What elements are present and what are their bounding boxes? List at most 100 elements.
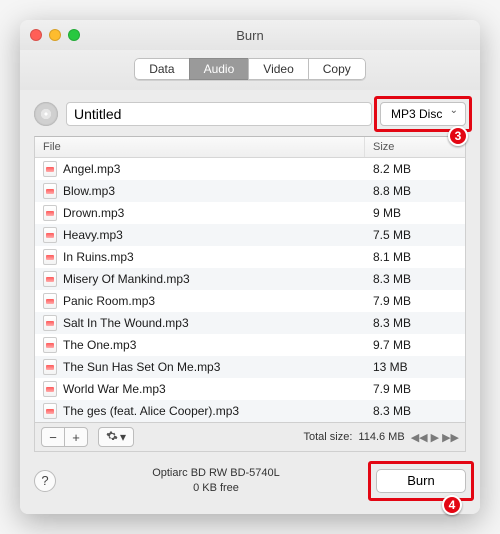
audio-file-icon (43, 227, 57, 243)
disc-type-select[interactable]: MP3 Disc (380, 102, 466, 126)
totals: Total size: 114.6 MB ◀◀ ▶ ▶▶ (303, 431, 459, 444)
table-row[interactable]: Drown.mp3 9 MB (35, 202, 465, 224)
file-cell: Blow.mp3 (35, 180, 365, 202)
close-icon[interactable] (30, 29, 42, 41)
tab-copy[interactable]: Copy (308, 58, 366, 80)
file-cell: The One.mp3 (35, 334, 365, 356)
tab-bar: Data Audio Video Copy (20, 50, 480, 90)
file-name: The One.mp3 (63, 338, 136, 352)
audio-file-icon (43, 183, 57, 199)
add-button[interactable]: + (64, 427, 88, 447)
file-name: World War Me.mp3 (63, 382, 166, 396)
file-size: 7.5 MB (365, 224, 465, 246)
file-size: 7.9 MB (365, 378, 465, 400)
disc-type-wrapper: MP3 Disc 3 (380, 102, 466, 126)
table-row[interactable]: Heavy.mp3 7.5 MB (35, 224, 465, 246)
file-name: The ges (feat. Alice Cooper).mp3 (63, 404, 239, 418)
column-file[interactable]: File (35, 137, 365, 157)
audio-file-icon (43, 205, 57, 221)
footer: ? Optiarc BD RW BD-5740L 0 KB free Burn … (20, 452, 480, 514)
disc-title-input[interactable] (66, 102, 372, 126)
file-cell: World War Me.mp3 (35, 378, 365, 400)
file-name: Angel.mp3 (63, 162, 120, 176)
callout-badge-4: 4 (442, 495, 462, 515)
table-row[interactable]: World War Me.mp3 7.9 MB (35, 378, 465, 400)
file-cell: Panic Room.mp3 (35, 290, 365, 312)
disc-icon (34, 102, 58, 126)
file-name: Drown.mp3 (63, 206, 124, 220)
table-header: File Size (35, 137, 465, 158)
total-size-value: 114.6 MB (358, 431, 404, 443)
play-icon[interactable]: ▶ (431, 431, 439, 444)
file-cell: In Ruins.mp3 (35, 246, 365, 268)
audio-file-icon (43, 315, 57, 331)
file-name: Heavy.mp3 (63, 228, 123, 242)
file-name: In Ruins.mp3 (63, 250, 134, 264)
audio-file-icon (43, 403, 57, 419)
file-name: Misery Of Mankind.mp3 (63, 272, 190, 286)
file-cell: Misery Of Mankind.mp3 (35, 268, 365, 290)
table-row[interactable]: Blow.mp38.8 MB (35, 180, 465, 202)
file-cell: Drown.mp3 (35, 202, 365, 224)
file-cell: The ges (feat. Alice Cooper).mp3 (35, 400, 365, 422)
audio-file-icon (43, 161, 57, 177)
table-row[interactable]: In Ruins.mp3 8.1 MB (35, 246, 465, 268)
zoom-icon[interactable] (68, 29, 80, 41)
minimize-icon[interactable] (49, 29, 61, 41)
transport-controls: ◀◀ ▶ ▶▶ (411, 431, 459, 444)
tab-video[interactable]: Video (248, 58, 308, 80)
audio-file-icon (43, 249, 57, 265)
file-cell: Heavy.mp3 (35, 224, 365, 246)
audio-file-icon (43, 359, 57, 375)
table-row[interactable]: Salt In The Wound.mp3 8.3 MB (35, 312, 465, 334)
burn-button[interactable]: Burn (376, 469, 466, 493)
app-window: Burn Data Audio Video Copy MP3 Disc 3 Fi… (20, 20, 480, 514)
disc-title-row: MP3 Disc 3 (34, 102, 466, 126)
window-controls (30, 29, 80, 41)
file-size: 8.8 MB (365, 180, 465, 202)
file-size: 9 MB (365, 202, 465, 224)
table-row[interactable]: The ges (feat. Alice Cooper).mp38.3 MB (35, 400, 465, 422)
tab-audio[interactable]: Audio (189, 58, 250, 80)
table-toolbar: − + ▾ Total size: 114.6 MB ◀◀ ▶ ▶▶ (34, 423, 466, 452)
titlebar: Burn (20, 20, 480, 50)
file-cell: The Sun Has Set On Me.mp3 (35, 356, 365, 378)
next-track-icon[interactable]: ▶▶ (442, 431, 459, 444)
table-body: Angel.mp3 8.2 MBBlow.mp38.8 MB Drown.mp3 9 … (35, 158, 465, 422)
audio-file-icon (43, 293, 57, 309)
options-button[interactable]: ▾ (98, 427, 134, 447)
gear-icon (106, 430, 118, 445)
remove-button[interactable]: − (41, 427, 65, 447)
file-name: The Sun Has Set On Me.mp3 (63, 360, 220, 374)
file-table: File Size Angel.mp38.2 MBBlow.mp38.8 MBD… (34, 136, 466, 423)
table-row[interactable]: Angel.mp3 8.2 MB (35, 158, 465, 180)
tab-data[interactable]: Data (134, 58, 189, 80)
file-size: 8.1 MB (365, 246, 465, 268)
file-cell: Salt In The Wound.mp3 (35, 312, 365, 334)
file-size: 8.2 MB (365, 158, 465, 180)
file-name: Salt In The Wound.mp3 (63, 316, 189, 330)
total-size-label: Total size: (303, 431, 352, 443)
table-row[interactable]: The Sun Has Set On Me.mp3 13 MB (35, 356, 465, 378)
file-size: 8.3 MB (365, 312, 465, 334)
file-size: 13 MB (365, 356, 465, 378)
add-remove-group: − + (41, 427, 88, 447)
burn-wrapper: Burn 4 (376, 469, 466, 493)
table-row[interactable]: The One.mp3 9.7 MB (35, 334, 465, 356)
window-title: Burn (20, 28, 480, 43)
table-row[interactable]: Misery Of Mankind.mp38.3 MB (35, 268, 465, 290)
file-size: 7.9 MB (365, 290, 465, 312)
audio-file-icon (43, 381, 57, 397)
audio-file-icon (43, 337, 57, 353)
table-row[interactable]: Panic Room.mp3 7.9 MB (35, 290, 465, 312)
drive-name: Optiarc BD RW BD-5740L (56, 466, 376, 481)
audio-file-icon (43, 271, 57, 287)
prev-track-icon[interactable]: ◀◀ (411, 431, 428, 444)
help-button[interactable]: ? (34, 470, 56, 492)
file-size: 9.7 MB (365, 334, 465, 356)
callout-badge-3: 3 (448, 126, 468, 146)
content-area: MP3 Disc 3 File Size Angel.mp3 8.2 MBBlow… (20, 90, 480, 452)
file-name: Panic Room.mp3 (63, 294, 155, 308)
segmented-control: Data Audio Video Copy (134, 58, 366, 80)
drive-info: Optiarc BD RW BD-5740L 0 KB free (56, 466, 376, 496)
